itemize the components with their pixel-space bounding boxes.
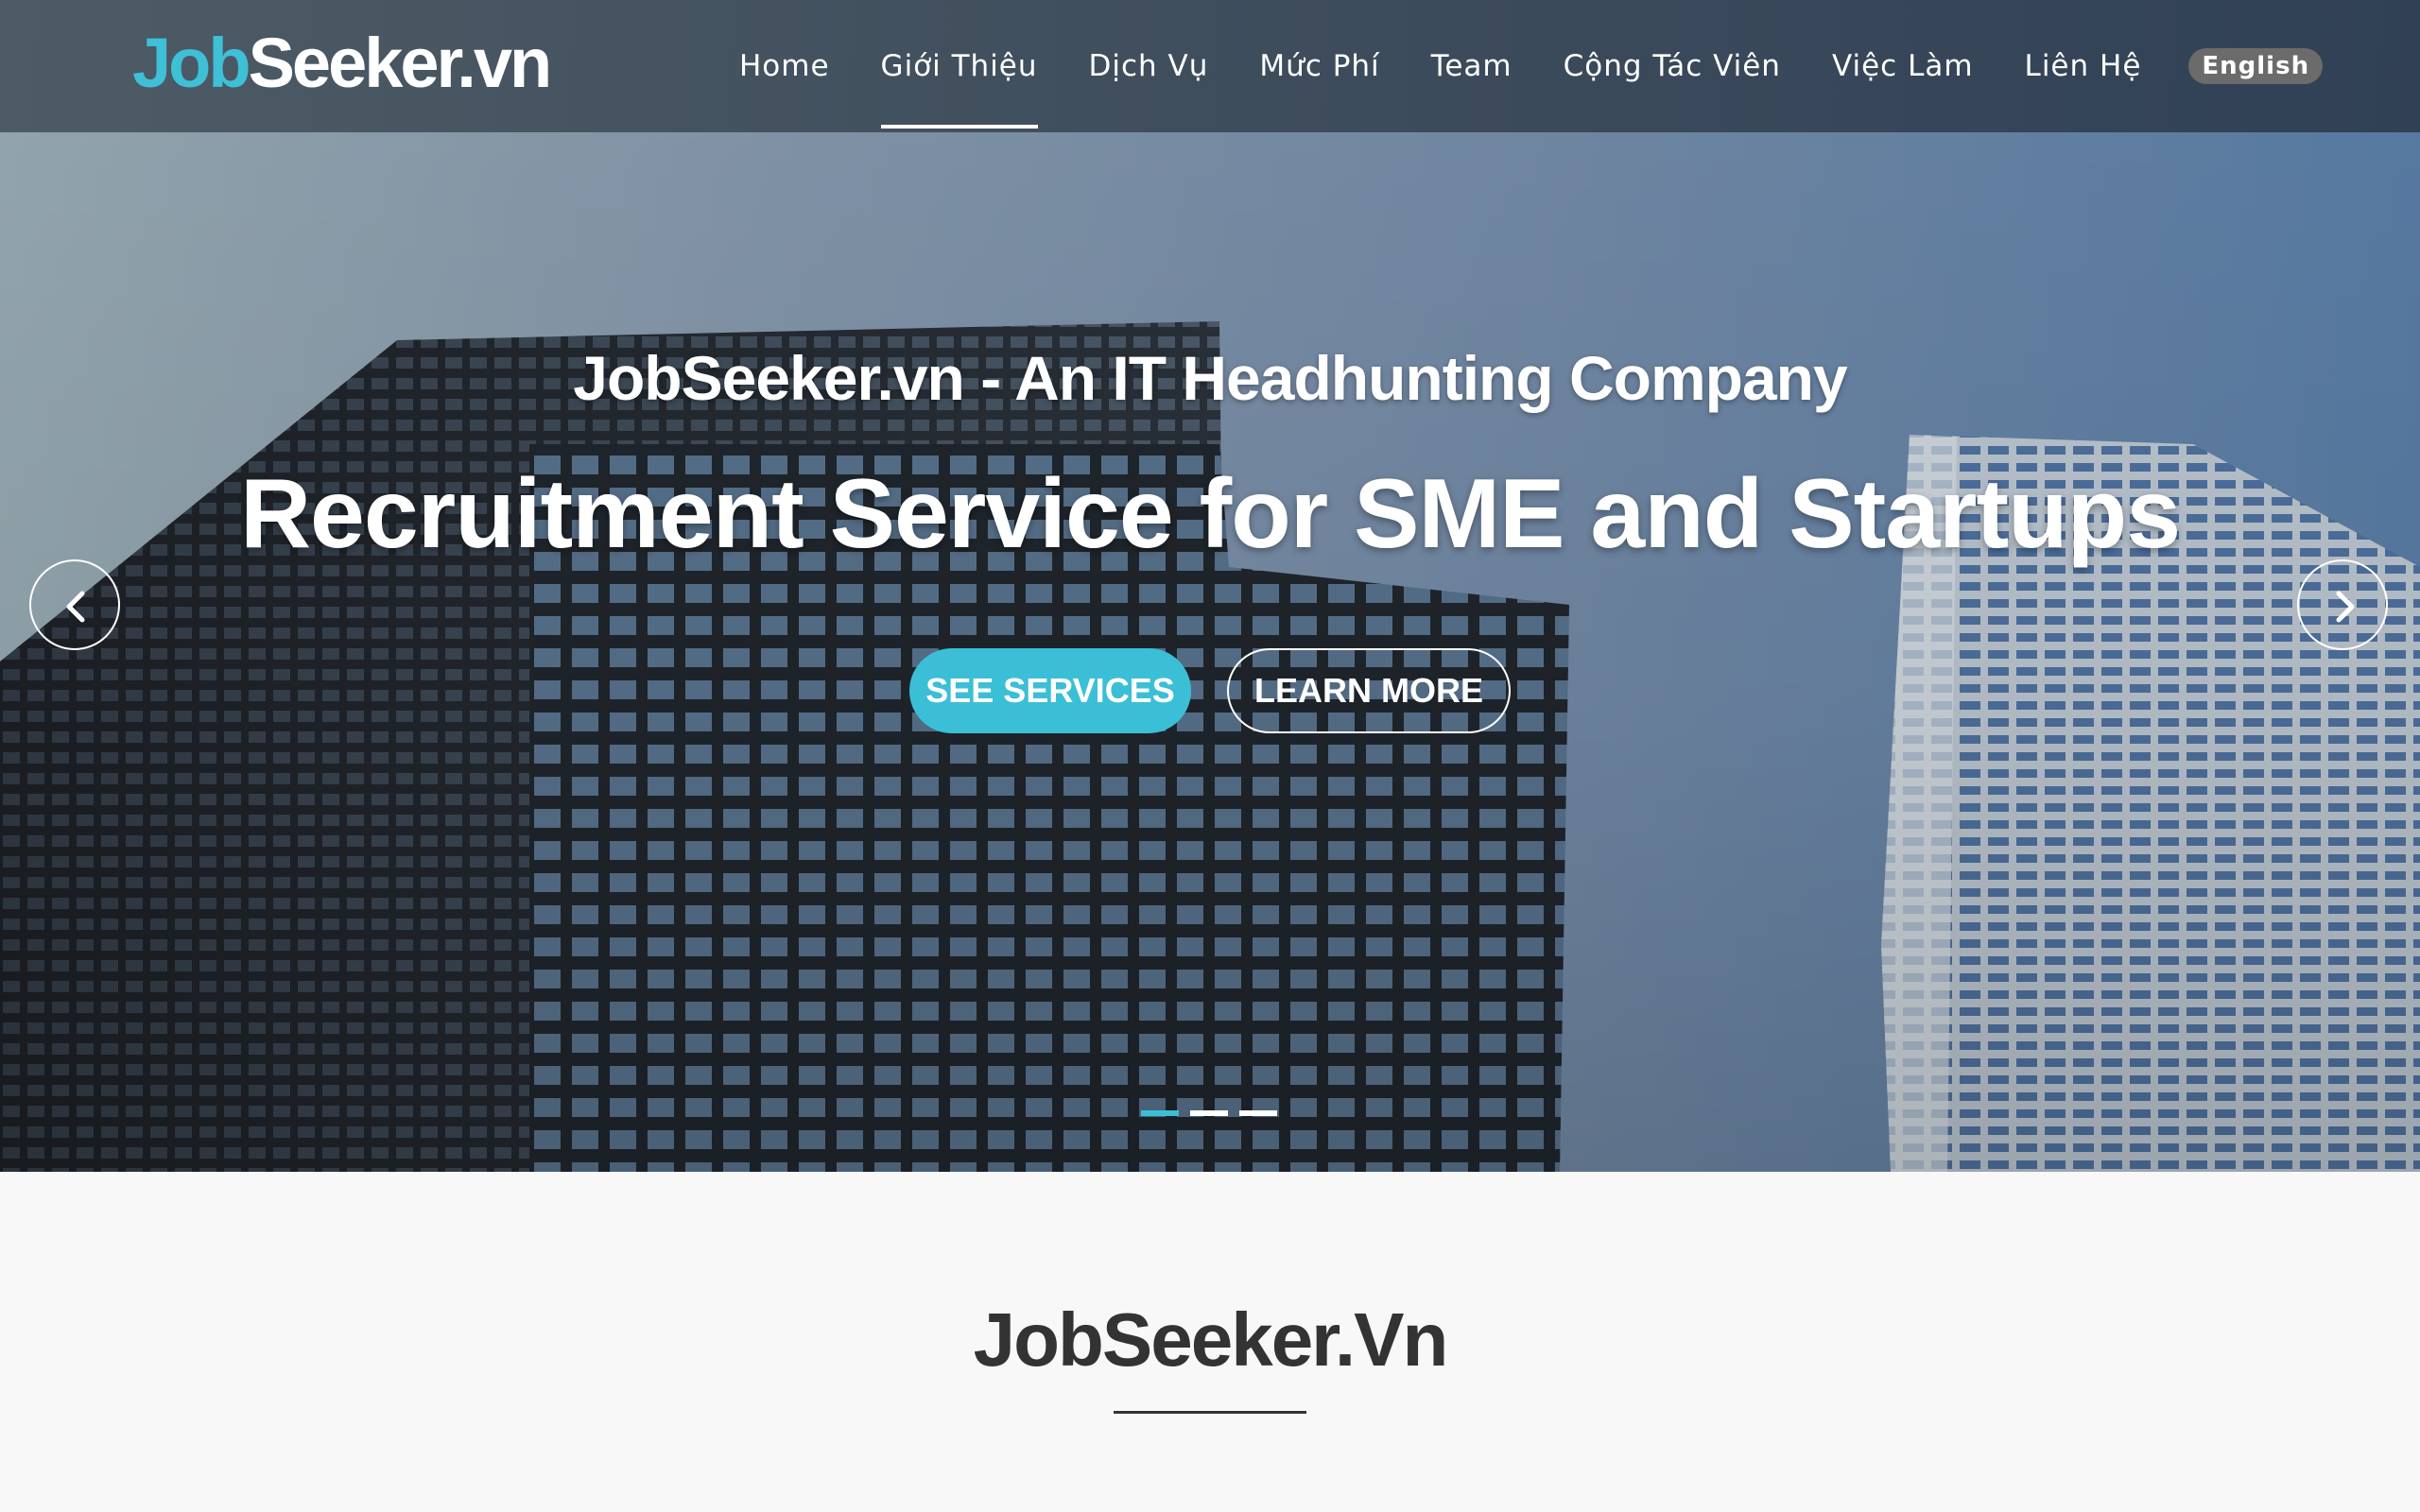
brand-logo[interactable]: JobSeeker.vn [132,21,553,106]
nav-item-dich-vu[interactable]: Dịch Vụ [1089,0,1209,132]
carousel-indicators [1141,1110,1288,1116]
nav-item-home[interactable]: Home [739,0,830,132]
brand-logo-prefix: Job [132,24,251,102]
section-divider [1114,1411,1306,1414]
nav-item-cong-tac-vien[interactable]: Cộng Tác Viên [1564,0,1781,132]
nav-item-team[interactable]: Team [1431,0,1512,132]
learn-more-button[interactable]: LEARN MORE [1227,648,1511,733]
hero-background-image [0,321,2420,1172]
carousel-indicator-3[interactable] [1239,1110,1277,1116]
chevron-left-icon [66,591,85,623]
carousel-indicator-1[interactable] [1141,1110,1179,1116]
section-title: JobSeeker.Vn [973,1297,1449,1382]
chevron-right-icon [2336,591,2355,623]
top-navbar: JobSeeker.vn Home Giới Thiệu Dịch Vụ Mức… [0,0,2420,132]
carousel-next-button[interactable] [2297,559,2388,650]
carousel-prev-button[interactable] [29,559,120,650]
brand-logo-suffix: Seeker.vn [248,24,553,102]
hero-subtitle: JobSeeker.vn - An IT Headhunting Company [573,343,1847,413]
nav-item-gioi-thieu[interactable]: Giới Thiệu [880,0,1038,132]
carousel-indicator-2[interactable] [1190,1110,1228,1116]
language-switch-button[interactable]: English [2188,48,2324,84]
main-nav: Home Giới Thiệu Dịch Vụ Mức Phí Team Cộn… [739,0,2324,132]
nav-item-muc-phi[interactable]: Mức Phí [1259,0,1379,132]
hero-title: Recruitment Service for SME and Startups [239,459,2181,569]
hero-carousel: JobSeeker.vn - An IT Headhunting Company… [0,0,2420,1172]
see-services-button[interactable]: SEE SERVICES [909,648,1191,733]
nav-item-viec-lam[interactable]: Việc Làm [1832,0,1974,132]
nav-item-lien-he[interactable]: Liên Hệ [2025,0,2142,132]
